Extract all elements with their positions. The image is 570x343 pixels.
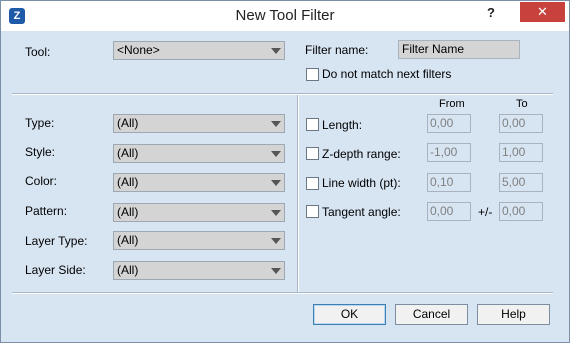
color-dropdown-value: (All) [117,175,139,189]
chevron-down-icon [267,115,284,132]
ok-button[interactable]: OK [313,304,386,325]
help-button[interactable]: Help [477,304,550,325]
close-button[interactable]: ✕ [520,2,565,22]
tool-label: Tool: [25,45,51,59]
style-dropdown-value: (All) [117,146,139,160]
close-icon: ✕ [537,4,548,19]
do-not-match-checkbox[interactable] [306,68,319,81]
layer-side-label: Layer Side: [25,263,86,277]
style-label: Style: [25,145,56,159]
separator-vertical [297,95,299,292]
tangent-angle-label: Tangent angle: [322,205,401,219]
zdepth-checkbox[interactable] [306,147,319,160]
color-dropdown[interactable]: (All) [113,173,285,192]
tangent-angle-checkbox[interactable] [306,205,319,218]
help-titlebar-button[interactable]: ? [477,2,505,24]
separator-top [12,93,553,95]
tangent-angle-from-input[interactable]: 0,00 [427,202,471,221]
layer-side-dropdown-value: (All) [117,263,139,277]
to-column-header: To [516,98,528,110]
dialog-window: Z New Tool Filter ? ✕ Tool: <None> Filte… [0,0,570,343]
line-width-to-input[interactable]: 5,00 [499,173,543,192]
length-checkbox[interactable] [306,118,319,131]
tool-dropdown[interactable]: <None> [113,41,285,60]
zdepth-label: Z-depth range: [322,147,401,161]
layer-type-dropdown-value: (All) [117,233,139,247]
from-column-header: From [439,98,465,110]
length-from-input[interactable]: 0,00 [427,114,471,133]
style-dropdown[interactable]: (All) [113,144,285,163]
length-to-input[interactable]: 0,00 [499,114,543,133]
zdepth-to-input[interactable]: 1,00 [499,143,543,162]
do-not-match-label: Do not match next filters [322,67,452,81]
pattern-label: Pattern: [25,204,68,218]
tool-dropdown-value: <None> [117,43,160,57]
pattern-dropdown-value: (All) [117,205,139,219]
separator-bottom [12,292,553,294]
chevron-down-icon [267,232,284,249]
tangent-plus-minus-label: +/- [478,205,493,219]
chevron-down-icon [267,145,284,162]
line-width-from-input[interactable]: 0,10 [427,173,471,192]
line-width-checkbox[interactable] [306,177,319,190]
line-width-label: Line width (pt): [322,176,401,190]
color-label: Color: [25,174,58,188]
cancel-button[interactable]: Cancel [395,304,468,325]
chevron-down-icon [267,174,284,191]
layer-side-dropdown[interactable]: (All) [113,261,285,280]
chevron-down-icon [267,262,284,279]
chevron-down-icon [267,204,284,221]
length-label: Length: [322,118,363,132]
type-dropdown-value: (All) [117,116,139,130]
tangent-angle-to-input[interactable]: 0,00 [499,202,543,221]
chevron-down-icon [267,42,284,59]
layer-type-label: Layer Type: [25,234,88,248]
pattern-dropdown[interactable]: (All) [113,203,285,222]
type-label: Type: [25,116,55,130]
type-dropdown[interactable]: (All) [113,114,285,133]
title-bar: Z New Tool Filter ? ✕ [1,1,569,31]
filter-name-input[interactable]: Filter Name [398,40,520,59]
filter-name-label: Filter name: [305,43,369,57]
dialog-body: Tool: <None> Filter name: Filter Name Do… [8,31,561,335]
zdepth-from-input[interactable]: -1,00 [427,143,471,162]
layer-type-dropdown[interactable]: (All) [113,231,285,250]
